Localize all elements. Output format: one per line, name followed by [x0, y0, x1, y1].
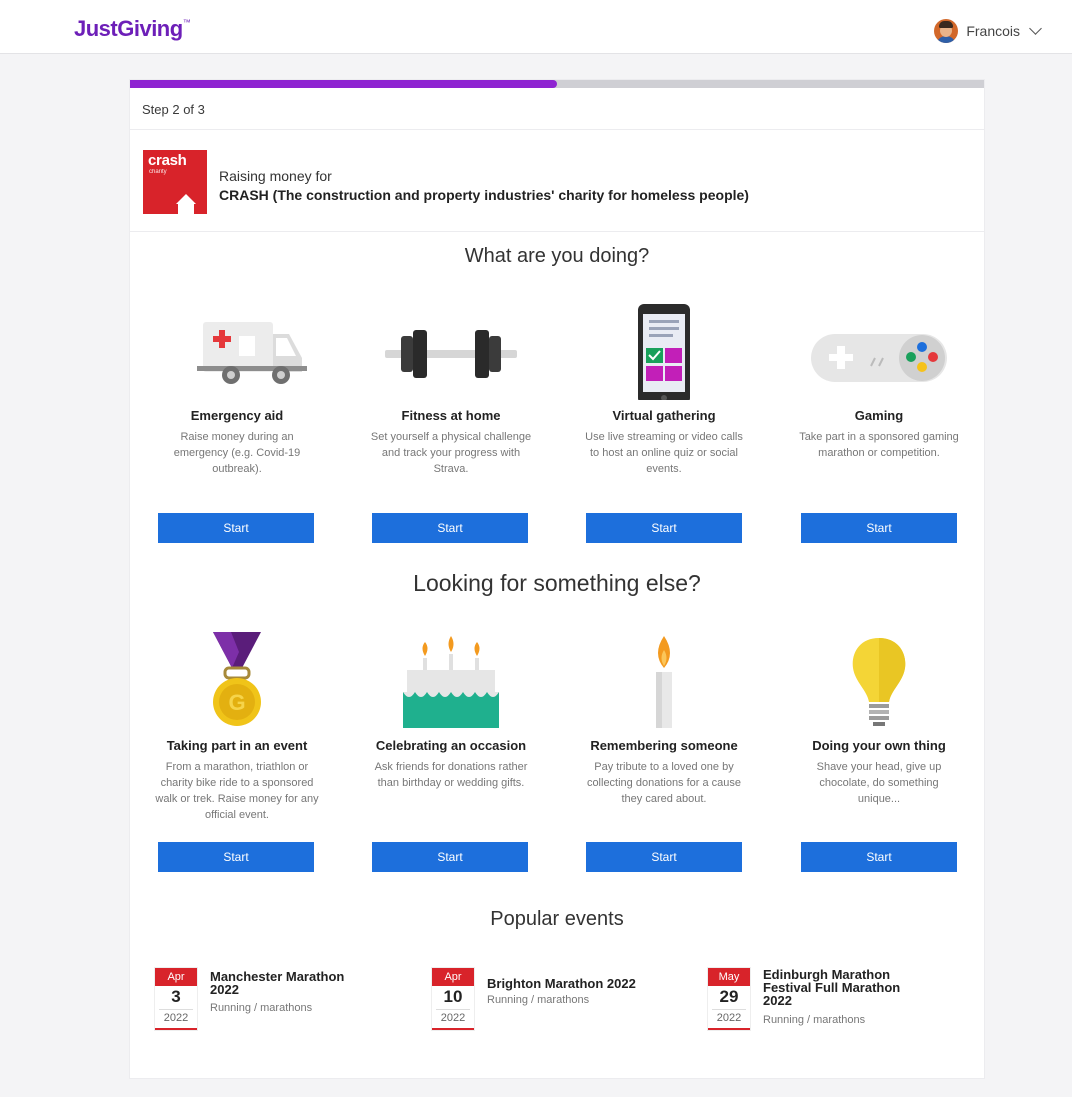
- raising-money-label: Raising money for: [219, 168, 332, 184]
- user-name: Francois: [966, 23, 1020, 39]
- event-brighton-marathon[interactable]: Apr 10 2022 Brighton Marathon 2022 Runni…: [432, 968, 672, 1038]
- event-day: 10: [443, 987, 463, 1006]
- divider: [130, 231, 984, 232]
- tile-description: Raise money during an emergency (e.g. Co…: [173, 431, 301, 475]
- event-day: 29: [719, 987, 739, 1006]
- medal-letter: G: [228, 690, 245, 715]
- event-day: 3: [171, 987, 181, 1006]
- section-heading-popular: Popular events: [490, 908, 624, 930]
- event-name[interactable]: Brighton Marathon 2022: [487, 977, 657, 990]
- tile-title: Virtual gathering: [612, 408, 716, 423]
- justgiving-logo[interactable]: JustGiving™: [74, 16, 191, 42]
- event-month: Apr: [155, 968, 197, 986]
- chevron-down-icon: [1029, 22, 1042, 35]
- start-button-remembering[interactable]: Start: [586, 842, 742, 872]
- tile-title: Taking part in an event: [166, 738, 308, 753]
- tile-taking-part-in-event: G Taking part in an event From a maratho…: [137, 630, 337, 823]
- tile-title: Doing your own thing: [812, 738, 946, 753]
- logo-trademark: ™: [182, 18, 191, 27]
- start-button-virtual-gathering[interactable]: Start: [586, 513, 742, 543]
- event-month: May: [708, 968, 750, 986]
- start-button-own-thing[interactable]: Start: [801, 842, 957, 872]
- calendar-date: Apr 10 2022: [432, 968, 474, 1030]
- smartphone-icon: [594, 300, 734, 404]
- event-edinburgh-marathon[interactable]: May 29 2022 Edinburgh Marathon Festival …: [708, 968, 948, 1038]
- tile-title: Fitness at home: [401, 408, 501, 423]
- charity-logo-word: crash: [148, 152, 187, 169]
- tile-remembering-someone: Remembering someone Pay tribute to a lov…: [564, 630, 764, 807]
- event-manchester-marathon[interactable]: Apr 3 2022 Manchester Marathon 2022 Runn…: [155, 968, 395, 1038]
- divider: [130, 129, 984, 130]
- charity-name: CRASH (The construction and property ind…: [219, 187, 749, 203]
- start-button-gaming[interactable]: Start: [801, 513, 957, 543]
- tile-description: Use live streaming or video calls to hos…: [585, 431, 743, 475]
- tile-fitness-at-home: Fitness at home Set yourself a physical …: [351, 300, 551, 477]
- gamepad-icon: [809, 300, 949, 400]
- house-icon: [176, 194, 196, 204]
- section-heading-else: Looking for something else?: [413, 570, 701, 596]
- tile-description: Take part in a sponsored gaming marathon…: [799, 431, 959, 459]
- top-bar: JustGiving™ Francois: [0, 0, 1072, 54]
- calendar-date: May 29 2022: [708, 968, 750, 1030]
- tile-emergency-aid: Emergency aid Raise money during an emer…: [137, 300, 337, 477]
- tile-description: Set yourself a physical challenge and tr…: [370, 431, 532, 475]
- user-menu[interactable]: Francois: [934, 19, 1042, 43]
- event-name[interactable]: Edinburgh Marathon Festival Full Maratho…: [763, 968, 913, 1007]
- step-indicator: Step 2 of 3: [142, 102, 205, 117]
- event-year: 2022: [712, 1009, 746, 1024]
- event-name[interactable]: Manchester Marathon 2022: [210, 970, 360, 996]
- dumbbell-icon: [381, 300, 521, 400]
- event-category: Running / marathons: [487, 994, 590, 1006]
- event-category: Running / marathons: [763, 1014, 866, 1026]
- tile-celebrating-occasion: Celebrating an occasion Ask friends for …: [351, 630, 551, 791]
- cake-icon: [381, 630, 521, 730]
- tile-gaming: Gaming Take part in a sponsored gaming m…: [779, 300, 979, 461]
- start-button-occasion[interactable]: Start: [372, 842, 528, 872]
- tile-virtual-gathering: Virtual gathering Use live streaming or …: [564, 300, 764, 477]
- lightbulb-icon: [809, 630, 949, 730]
- logo-text: JustGiving: [74, 16, 183, 41]
- calendar-date: Apr 3 2022: [155, 968, 197, 1030]
- start-button-fitness-at-home[interactable]: Start: [372, 513, 528, 543]
- tile-title: Celebrating an occasion: [375, 738, 527, 753]
- create-page-card: Step 2 of 3 crash charity Raising money …: [130, 80, 984, 1078]
- start-button-emergency-aid[interactable]: Start: [158, 513, 314, 543]
- charity-logo-sub: charity: [149, 169, 167, 175]
- avatar: [934, 19, 959, 43]
- event-year: 2022: [159, 1009, 193, 1024]
- tile-description: From a marathon, triathlon or charity bi…: [155, 761, 319, 821]
- progress-bar-fill: [130, 80, 557, 88]
- section-heading-doing: What are you doing?: [464, 245, 650, 267]
- tile-description: Pay tribute to a loved one by collecting…: [586, 761, 742, 805]
- event-year: 2022: [436, 1009, 470, 1024]
- tile-description: Shave your head, give up chocolate, do s…: [816, 761, 942, 805]
- crash-charity-logo: crash charity: [143, 150, 207, 214]
- tile-description: Ask friends for donations rather than bi…: [374, 761, 528, 789]
- tile-title: Gaming: [854, 408, 904, 423]
- ambulance-icon: [167, 300, 307, 400]
- event-category: Running / marathons: [210, 1002, 313, 1014]
- start-button-event[interactable]: Start: [158, 842, 314, 872]
- tile-doing-own-thing: Doing your own thing Shave your head, gi…: [779, 630, 979, 807]
- progress-bar: [130, 80, 984, 88]
- tile-title: Emergency aid: [190, 408, 284, 423]
- event-month: Apr: [432, 968, 474, 986]
- medal-icon: G: [167, 630, 307, 730]
- tile-title: Remembering someone: [590, 738, 738, 753]
- candle-icon: [594, 630, 734, 730]
